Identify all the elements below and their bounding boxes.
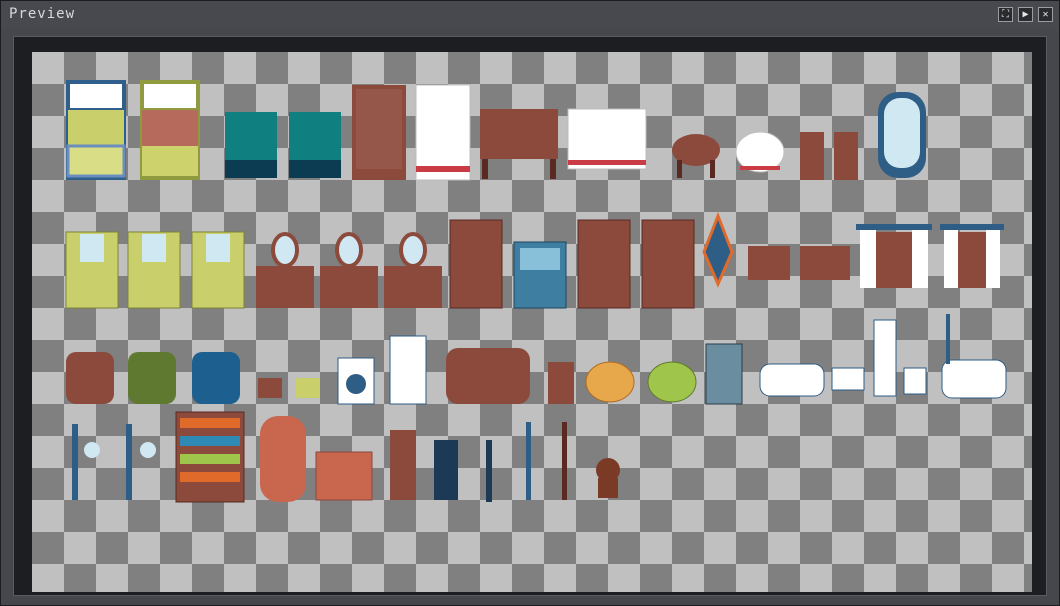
white-table: [567, 108, 647, 170]
curtain-window-1: [856, 224, 932, 288]
brown-armchair: [66, 352, 114, 404]
coat-rack-2: [562, 422, 567, 500]
low-dresser: [800, 246, 850, 280]
brown-armoire: [577, 219, 631, 309]
curtain-window-2: [940, 224, 1004, 288]
small-cabinet: [548, 362, 574, 404]
brown-vanity-2: [320, 232, 378, 308]
teal-nightstand: [225, 112, 277, 178]
olive-vanity-2: [127, 231, 181, 309]
white-wardrobe: [415, 84, 471, 181]
brown-vanity-1: [256, 232, 314, 308]
small-dresser: [748, 246, 790, 280]
blue-crib-bed: [66, 80, 126, 180]
stove: [705, 343, 743, 405]
bathtub: [759, 363, 825, 397]
brown-chair: [800, 132, 824, 180]
coat-stand: [486, 440, 492, 502]
transparency-canvas: [32, 52, 1032, 592]
bidet: [903, 367, 927, 395]
brown-table: [480, 109, 558, 179]
bookshelf: [175, 411, 245, 503]
teal-desk: [289, 112, 341, 178]
blue-armchair: [192, 352, 240, 404]
tall-chair: [390, 430, 416, 500]
refrigerator: [389, 335, 427, 405]
fireplace-tall: [260, 416, 306, 502]
green-armchair: [128, 352, 176, 404]
wall-clock: [702, 211, 734, 288]
coat-rack-1: [526, 422, 531, 500]
sink: [831, 367, 865, 391]
brown-sofa: [446, 348, 530, 404]
dark-chair: [434, 440, 458, 500]
olive-vanity-1: [65, 231, 119, 309]
olive-crib-bed: [140, 80, 200, 180]
blue-cabinet: [513, 241, 567, 309]
window-title: Preview: [9, 6, 76, 22]
olive-vanity-3: [191, 231, 245, 309]
floor-lamp-2: [126, 424, 156, 500]
washing-machine: [337, 357, 375, 405]
play-icon[interactable]: ▶: [1018, 7, 1033, 22]
bathtub-shower: [941, 314, 1007, 399]
standing-mirror: [878, 92, 926, 178]
brown-chair-2: [834, 132, 858, 180]
brown-hutch: [449, 219, 503, 309]
green-footstool: [296, 378, 320, 398]
sprite-sheet: [65, 80, 1007, 503]
teddy-bear: [596, 458, 620, 498]
fullscreen-icon[interactable]: ⛶: [998, 7, 1013, 22]
toilet: [873, 319, 897, 397]
brown-armoire-open: [641, 219, 695, 309]
green-rug: [647, 361, 697, 403]
round-table: [672, 134, 720, 178]
brick-fireplace: [315, 451, 373, 501]
titlebar[interactable]: Preview ⛶ ▶ ✕: [1, 1, 1059, 29]
brown-wardrobe: [352, 85, 406, 180]
floor-lamp-1: [72, 424, 100, 500]
round-stool: [735, 131, 785, 173]
orange-rug: [585, 361, 635, 403]
close-icon[interactable]: ✕: [1038, 7, 1053, 22]
small-stool: [258, 378, 282, 398]
brown-vanity-3: [384, 232, 442, 308]
